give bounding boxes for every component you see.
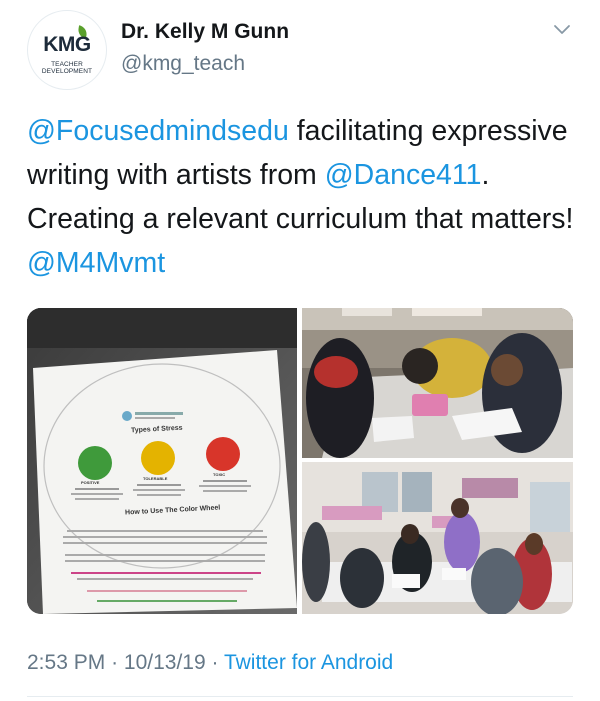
mention-link[interactable]: @M4Mvmt <box>27 247 165 279</box>
meta-separator: · <box>211 651 219 674</box>
handout-circle-red-label: TOXIC <box>213 472 226 477</box>
tweet-meta: 2:53 PM · 10/13/19 · Twitter for Android <box>27 651 393 675</box>
avatar-logo-subtext: TEACHER DEVELOPMENT <box>41 61 93 75</box>
divider <box>27 696 573 697</box>
media-grid: Types of Stress How to Use The Color Whe… <box>27 308 573 614</box>
handout-circle-yellow-label: TOLERABLE <box>143 476 168 481</box>
tweet-date[interactable]: 10/13/19 <box>124 651 206 674</box>
author-handle[interactable]: @kmg_teach <box>121 52 245 76</box>
tweet-source-link[interactable]: Twitter for Android <box>224 651 393 674</box>
mention-link[interactable]: @Focusedmindsedu <box>27 115 289 147</box>
photo-classroom[interactable] <box>302 462 573 614</box>
handout-circle-green-label: POSITIVE <box>81 480 100 485</box>
avatar[interactable]: KMG TEACHER DEVELOPMENT <box>27 10 107 90</box>
photo-students-writing[interactable] <box>302 308 573 458</box>
meta-separator: · <box>111 651 119 674</box>
tweet-time[interactable]: 2:53 PM <box>27 651 105 674</box>
tweet: KMG TEACHER DEVELOPMENT Dr. Kelly M Gunn… <box>0 0 600 701</box>
tweet-text: @Focusedmindsedu facilitating expressive… <box>27 109 575 285</box>
students-writing-photo-art <box>302 308 573 458</box>
avatar-logo-text: KMG <box>43 33 91 56</box>
chevron-down-icon[interactable] <box>553 24 571 36</box>
handout-photo-art <box>27 308 297 614</box>
mention-link[interactable]: @Dance411 <box>325 159 482 191</box>
photo-stress-handout[interactable]: Types of Stress How to Use The Color Whe… <box>27 308 297 614</box>
author-display-name[interactable]: Dr. Kelly M Gunn <box>121 20 289 44</box>
classroom-photo-art <box>302 462 573 614</box>
